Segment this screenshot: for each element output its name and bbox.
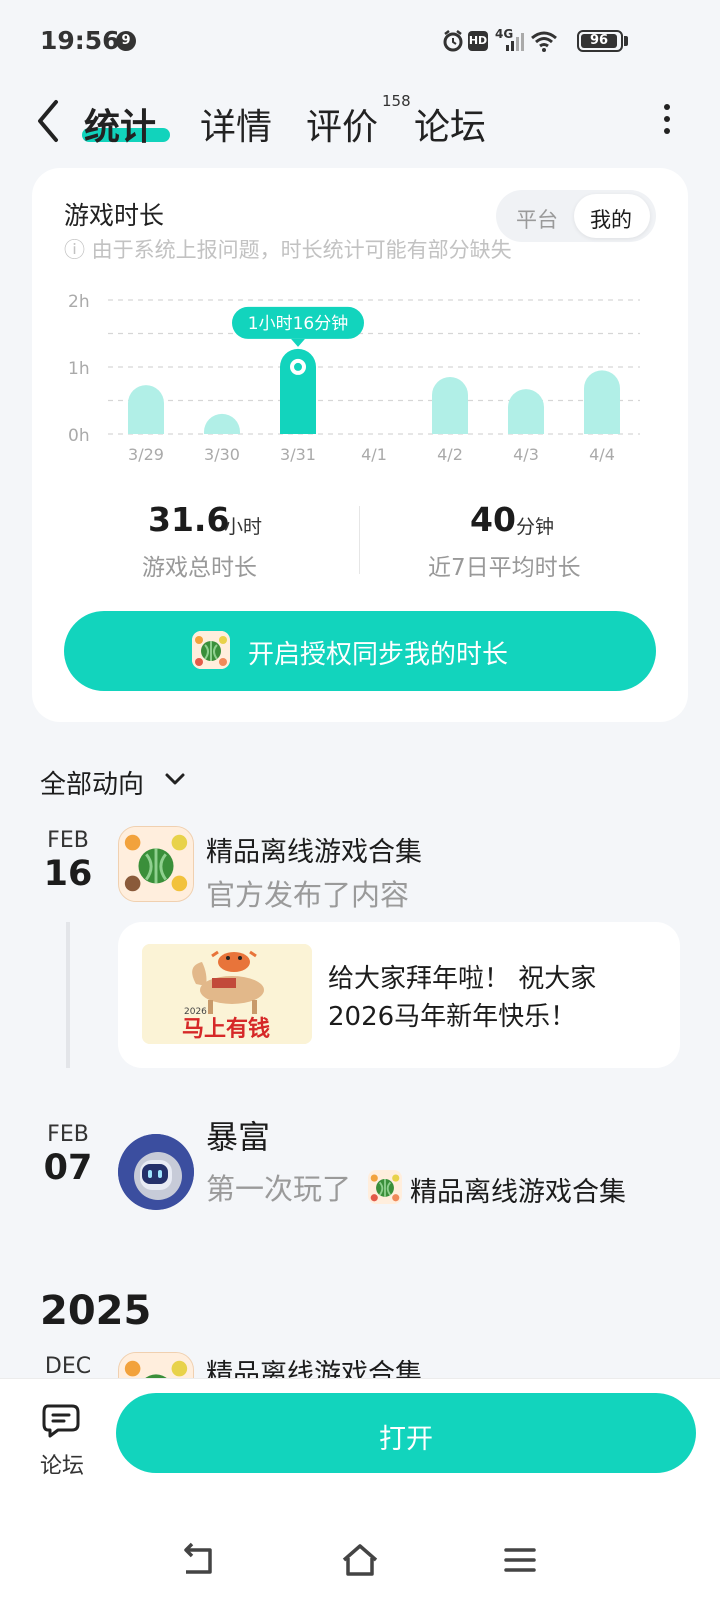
year-heading: 2025 xyxy=(40,1288,152,1334)
notification-badge: 9 xyxy=(116,31,136,51)
feed-date-day: 07 xyxy=(43,1148,93,1188)
total-playtime-label: 游戏总时长 xyxy=(142,555,257,581)
feed-subtitle-prefix: 第一次玩了 xyxy=(206,1172,352,1206)
data-missing-note: ⓘ 由于系统上报问题，时长统计可能有部分缺失 xyxy=(64,238,512,262)
game-app-icon[interactable] xyxy=(118,826,194,902)
toggle-platform[interactable]: 平台 xyxy=(516,204,558,234)
x-tick-label: 3/29 xyxy=(128,445,164,464)
reviews-count: 158 xyxy=(382,92,411,110)
clock: 19:56 xyxy=(40,26,120,55)
post-image-caption: 马上有钱 xyxy=(182,1016,270,1042)
chart-bar xyxy=(204,413,240,434)
toggle-mine[interactable]: 我的 xyxy=(590,204,632,234)
x-tick-label: 4/2 xyxy=(437,445,463,464)
chart-tooltip-pointer xyxy=(291,338,305,347)
system-home-icon[interactable] xyxy=(340,1540,380,1580)
x-tick-label: 3/30 xyxy=(204,445,240,464)
playtime-chart: 0h 1h 2h 3/29 3/30 1小时16分钟 3/31 4/1 4/2 4/3 4/4 xyxy=(68,292,640,464)
post-text: 给大家拜年啦！ 祝大家2026马年新年快乐！ xyxy=(328,964,597,1032)
hd-icon: HD xyxy=(468,31,488,51)
battery-level: 96 xyxy=(581,34,617,48)
tab-details[interactable]: 详情 xyxy=(200,98,272,150)
more-options-icon[interactable] xyxy=(664,104,672,138)
battery-icon: 96 xyxy=(577,30,623,52)
stats-divider xyxy=(359,506,360,574)
post-thumbnail[interactable]: 2026 马上有钱 xyxy=(142,944,312,1044)
y-tick-label: 0h xyxy=(68,426,90,446)
avg-playtime-unit: 分钟 xyxy=(516,516,555,538)
forum-label[interactable]: 论坛 xyxy=(40,1448,84,1480)
x-tick-label: 4/4 xyxy=(589,445,615,464)
avg-playtime-value: 40 xyxy=(470,500,516,539)
tab-stats[interactable]: 统计 xyxy=(84,98,156,150)
feed-date-day: 16 xyxy=(43,854,93,894)
y-tick-label: 1h xyxy=(68,359,90,379)
chevron-down-icon[interactable] xyxy=(164,768,186,790)
timeline-line xyxy=(66,922,70,1068)
wifi-icon xyxy=(531,31,557,52)
total-playtime-unit: 小时 xyxy=(224,516,263,538)
user-name[interactable]: 暴富 xyxy=(206,1112,270,1158)
avg-playtime-label: 近7日平均时长 xyxy=(428,555,581,581)
tab-forum[interactable]: 论坛 xyxy=(414,98,486,150)
total-playtime-value: 31.6 xyxy=(148,500,230,539)
forum-icon[interactable] xyxy=(42,1402,82,1440)
system-menu-icon[interactable] xyxy=(500,1540,540,1580)
chart-tooltip-label: 1小时16分钟 xyxy=(248,314,348,334)
x-tick-label: 3/31 xyxy=(280,445,316,464)
chart-bar xyxy=(508,389,544,434)
feed-date-month: FEB xyxy=(47,828,89,853)
open-button-label: 打开 xyxy=(379,1424,433,1455)
alarm-icon xyxy=(443,30,463,52)
activity-filter[interactable]: 全部动向 xyxy=(40,764,144,801)
played-game-link[interactable]: 精品离线游戏合集 xyxy=(410,1170,626,1209)
post-image-year: 2026 xyxy=(184,1007,207,1017)
chart-bar xyxy=(432,377,468,434)
status-bar: 19:56 9 HD 4G 96 xyxy=(0,0,720,82)
feed-subtitle: 官方发布了内容 xyxy=(206,878,410,912)
game-app-icon xyxy=(192,631,230,669)
feed-date-month: FEB xyxy=(47,1122,89,1147)
x-tick-label: 4/1 xyxy=(361,445,387,464)
tab-reviews[interactable]: 评价 xyxy=(306,98,378,150)
feed-title[interactable]: 精品离线游戏合集 xyxy=(206,830,422,869)
chart-bar xyxy=(584,370,620,434)
playtime-title: 游戏时长 xyxy=(64,201,165,230)
signal-icon xyxy=(506,33,524,51)
battery-tip xyxy=(624,36,628,46)
user-avatar[interactable] xyxy=(118,1134,194,1210)
x-tick-label: 4/3 xyxy=(513,445,539,464)
back-arrow-icon[interactable] xyxy=(34,98,64,144)
system-back-icon[interactable] xyxy=(180,1540,220,1580)
sync-button-label: 开启授权同步我的时长 xyxy=(248,640,509,670)
feed-date-month: DEC xyxy=(44,1354,92,1379)
y-tick-label: 2h xyxy=(68,292,90,312)
chart-bar xyxy=(128,385,164,434)
chart-bar-marker-dot xyxy=(294,362,302,371)
game-app-icon xyxy=(368,1170,402,1204)
